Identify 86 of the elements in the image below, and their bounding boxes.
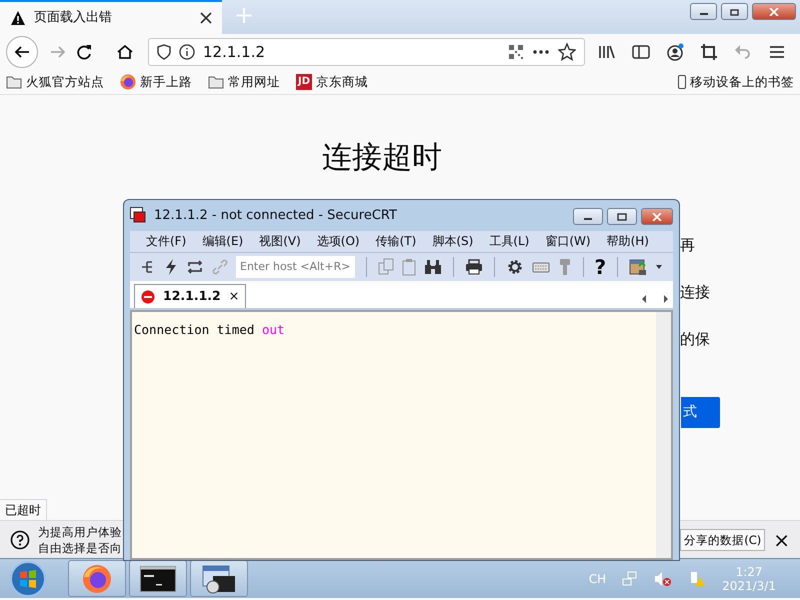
binoculars-icon[interactable] (424, 259, 442, 276)
menu-item[interactable]: 视图(V) (251, 232, 309, 250)
notification-text: 为提高用户体验 (38, 524, 122, 540)
menu-item[interactable]: 窗口(W) (537, 232, 599, 250)
clipboard-icon[interactable] (402, 258, 416, 276)
folder-icon (208, 75, 224, 89)
info-icon (179, 44, 195, 60)
paragraph-text: 再 (680, 235, 696, 256)
share-data-button[interactable]: 分享的数据(C) (680, 528, 766, 550)
help-icon (10, 530, 30, 550)
bookmark[interactable]: 新手上路 (120, 72, 192, 92)
paragraph-text: 连接 (680, 282, 711, 303)
lightning-icon[interactable] (164, 258, 178, 276)
minimize-button[interactable] (573, 208, 603, 226)
session-tab[interactable]: 12.1.1.2 × (134, 284, 246, 308)
dropdown-caret-icon[interactable] (655, 264, 663, 270)
error-heading: 连接超时 (322, 140, 443, 176)
maximize-icon (730, 8, 740, 16)
volume-muted-icon[interactable] (654, 570, 672, 586)
close-icon[interactable] (200, 12, 212, 24)
taskbar-app-button[interactable] (190, 560, 248, 597)
host-field[interactable]: Enter host <Alt+R> (236, 256, 356, 278)
maximize-button[interactable] (607, 208, 637, 226)
mobile-bookmarks[interactable]: 移动设备上的书签 (678, 72, 794, 92)
phone-icon (678, 75, 686, 89)
notification-text: 自由选择是否向 (38, 540, 122, 556)
back-button[interactable] (6, 36, 38, 68)
address-bar[interactable]: 12.1.1.2 (148, 38, 585, 66)
firefox-icon (120, 74, 136, 90)
window-title: 12.1.1.2 - not connected - SecureCRT (154, 206, 397, 225)
try-again-button[interactable]: 式 (681, 397, 720, 428)
close-icon (652, 212, 662, 221)
maximize-button[interactable] (721, 3, 748, 20)
close-button[interactable] (641, 208, 673, 226)
disconnected-icon (141, 290, 155, 304)
sidebar-icon[interactable] (632, 44, 650, 60)
close-button[interactable] (752, 3, 796, 20)
start-button[interactable] (8, 558, 48, 598)
qr-code-icon[interactable] (508, 44, 524, 60)
app-window-icon (201, 564, 237, 594)
maximize-icon (617, 212, 627, 221)
tab-title: 页面载入出错 (34, 9, 113, 28)
back-arrow-icon (14, 44, 30, 60)
terminal-text: out (262, 322, 285, 338)
help-button[interactable]: ? (594, 252, 606, 282)
clock-date: 2021/3/1 (722, 578, 776, 592)
browser-tab[interactable]: 页面载入出错 (0, 0, 222, 34)
crop-icon[interactable] (700, 43, 718, 61)
firefox-icon (82, 564, 112, 594)
reconnect-icon[interactable] (186, 259, 204, 276)
keyboard-icon[interactable] (532, 260, 550, 274)
terminal-icon (140, 566, 176, 592)
account-icon[interactable] (666, 43, 684, 61)
paragraph-text: 的保 (680, 329, 711, 350)
warning-icon (10, 10, 26, 26)
menu-item[interactable]: 选项(O) (308, 232, 368, 250)
scrollbar[interactable] (656, 312, 671, 558)
menu-item[interactable]: 脚本(S) (424, 232, 482, 250)
star-icon[interactable] (558, 43, 576, 61)
menu-item[interactable]: 文件(F) (138, 232, 194, 250)
clock-time: 1:27 (734, 564, 764, 578)
bookmark[interactable]: JD 京东商城 (296, 72, 368, 92)
settings-icon[interactable] (506, 258, 524, 276)
menu-item[interactable]: 编辑(E) (194, 232, 252, 250)
app-window-icon (130, 207, 146, 224)
folder-icon (6, 75, 22, 89)
taskbar-app-button[interactable] (129, 560, 187, 597)
jd-logo: JD (296, 74, 312, 90)
menu-item[interactable]: 帮助(H) (598, 232, 657, 250)
scroll-right-icon[interactable] (663, 294, 669, 304)
scroll-left-icon[interactable] (641, 294, 647, 304)
library-icon[interactable] (598, 44, 616, 60)
close-button[interactable]: × (773, 532, 790, 548)
status-text: 已超时 (0, 499, 47, 520)
print-icon[interactable] (464, 259, 483, 276)
close-tab-button[interactable]: × (228, 287, 240, 306)
menu-item[interactable]: 传输(T) (368, 232, 424, 250)
bookmark[interactable]: 常用网址 (208, 72, 280, 92)
address-text: 12.1.1.2 (203, 42, 266, 63)
menu-icon[interactable] (768, 44, 786, 60)
terminal-text: Connection timed (134, 322, 256, 338)
close-icon (769, 8, 779, 16)
shield-icon (157, 44, 171, 60)
minimize-button[interactable] (690, 3, 717, 20)
bookmark[interactable]: 火狐官方站点 (6, 72, 104, 92)
menu-item[interactable]: 工具(L) (481, 232, 538, 250)
